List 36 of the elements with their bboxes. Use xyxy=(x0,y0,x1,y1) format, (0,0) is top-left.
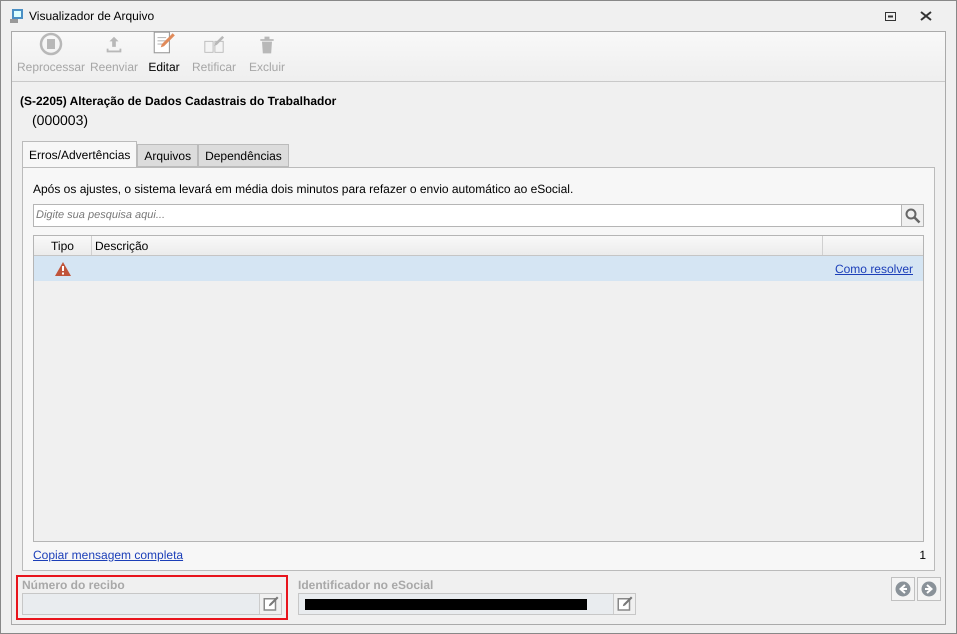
record-code: (000003) xyxy=(32,111,90,130)
nav-button[interactable] xyxy=(917,577,941,601)
tab[interactable]: Arquivos xyxy=(137,144,198,167)
arrow-left-icon xyxy=(895,581,911,597)
text-field[interactable] xyxy=(22,593,282,615)
computer-icon xyxy=(9,8,25,24)
restore-icon[interactable] xyxy=(885,12,896,20)
edit-button[interactable] xyxy=(259,594,281,614)
field-label: Identificador no eSocial xyxy=(298,577,434,593)
warning-icon xyxy=(54,260,72,276)
table-row[interactable]: Como resolver xyxy=(34,256,923,281)
search-icon xyxy=(904,208,920,224)
arrow-right-icon xyxy=(921,581,937,597)
field-label: Número do recibo xyxy=(22,577,126,593)
how-to-fix-link[interactable]: Como resolver xyxy=(834,260,913,278)
window-title: Visualizador de Arquivo xyxy=(29,8,154,25)
column-header[interactable]: Tipo xyxy=(34,236,92,255)
text-field[interactable] xyxy=(298,593,636,615)
copy-message-link[interactable]: Copiar mensagem completa xyxy=(33,546,184,564)
close-icon[interactable] xyxy=(920,11,932,21)
edit-button[interactable] xyxy=(613,594,635,614)
document-pencil-icon xyxy=(151,30,177,56)
row-count: 1 xyxy=(919,547,926,564)
tab[interactable]: Erros/Advertências xyxy=(22,141,138,167)
search-button[interactable] xyxy=(902,204,924,227)
search-field[interactable]: Digite sua pesquisa aqui... xyxy=(33,204,902,227)
edit-icon xyxy=(262,595,280,613)
book-pencil-icon xyxy=(202,34,226,56)
notice-text: Após os ajustes, o sistema levará em média dois minutos para refazer o envio automático ao eSocial. xyxy=(33,181,574,198)
calculator-refresh-icon xyxy=(39,32,63,56)
tab[interactable]: Dependências xyxy=(198,144,289,167)
toolbar-button[interactable]: Editar xyxy=(144,30,184,76)
nav-button[interactable] xyxy=(891,577,915,601)
edit-icon xyxy=(616,595,634,613)
column-header[interactable]: Descrição xyxy=(92,236,823,255)
record-title: (S-2205) Alteração de Dados Cadastrais do Trabalhador xyxy=(20,93,338,110)
